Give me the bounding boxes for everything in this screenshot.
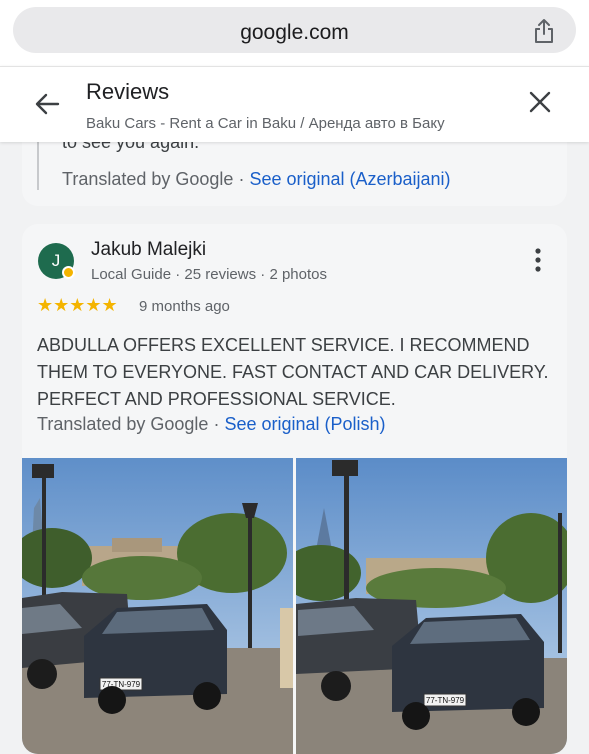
- author-name[interactable]: Jakub Malejki: [91, 239, 206, 261]
- more-vertical-icon[interactable]: [535, 248, 541, 272]
- review-photo[interactable]: 77-TN-979: [296, 458, 567, 754]
- browser-address-bar: google.com: [0, 0, 589, 66]
- translated-by-label: Translated by Google: [62, 169, 234, 189]
- star-rating: ★★★★★: [37, 295, 118, 315]
- author-meta: Local Guide · 25 reviews · 2 photos: [91, 266, 327, 283]
- url-field[interactable]: google.com: [13, 7, 576, 53]
- photos-count: 2 photos: [269, 266, 327, 283]
- local-guide-label: Local Guide: [91, 266, 172, 283]
- separator: ·: [171, 266, 185, 283]
- reviews-count: 25 reviews: [184, 266, 257, 283]
- local-guide-badge-icon: [62, 266, 75, 279]
- separator: ·: [233, 169, 250, 189]
- see-original-link[interactable]: See original (Azerbaijani): [249, 169, 450, 189]
- see-original-link[interactable]: See original (Polish): [224, 414, 385, 434]
- url-text: google.com: [240, 21, 349, 44]
- page-title: Reviews: [86, 79, 170, 104]
- share-icon[interactable]: [532, 18, 556, 44]
- separator: ·: [208, 414, 225, 434]
- review-card: J Jakub Malejki Local Guide · 25 reviews…: [22, 224, 567, 754]
- photo-image: 77-TN-979: [22, 458, 293, 754]
- license-plate: 77-TN-979: [426, 696, 465, 705]
- separator: ·: [256, 266, 270, 283]
- previous-translation-line: Translated by Google · See original (Aze…: [62, 169, 451, 190]
- translation-line: Translated by Google · See original (Pol…: [37, 414, 386, 435]
- business-name: Baku Cars - Rent a Car in Baku / Аренда …: [86, 115, 445, 132]
- review-time: 9 months ago: [139, 298, 230, 315]
- close-icon[interactable]: [529, 91, 551, 113]
- photo-image: 77-TN-979: [296, 458, 567, 754]
- review-text: ABDULLA OFFERS EXCELLENT SERVICE. I RECO…: [37, 335, 549, 409]
- back-arrow-icon[interactable]: [34, 91, 60, 117]
- review-photo[interactable]: 77-TN-979: [22, 458, 293, 754]
- reviews-header: Reviews Baku Cars - Rent a Car in Baku /…: [0, 66, 589, 142]
- translated-by-label: Translated by Google: [37, 414, 209, 434]
